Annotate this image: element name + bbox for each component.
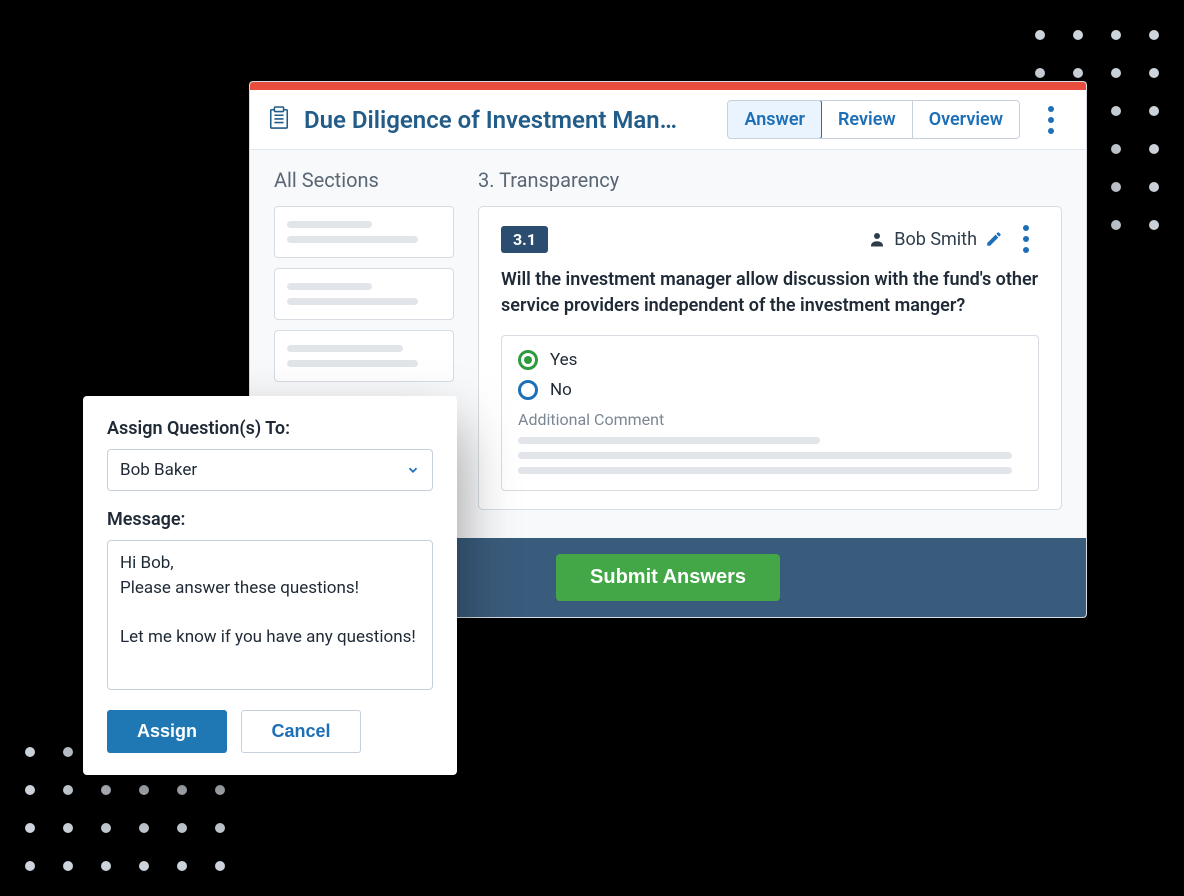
assign-button[interactable]: Assign xyxy=(107,710,227,753)
document-icon xyxy=(268,106,290,134)
radio-no[interactable]: No xyxy=(518,380,1022,400)
more-menu-icon[interactable] xyxy=(1034,106,1068,134)
section-item[interactable] xyxy=(274,206,454,258)
page-title: Due Diligence of Investment Man… xyxy=(304,106,713,134)
radio-yes[interactable]: Yes xyxy=(518,350,1022,370)
assign-to-label: Assign Question(s) To: xyxy=(107,418,433,439)
tab-answer[interactable]: Answer xyxy=(727,100,822,139)
submit-answers-button[interactable]: Submit Answers xyxy=(556,554,780,601)
person-icon xyxy=(868,230,886,248)
assignee-name: Bob Smith xyxy=(894,229,977,250)
tab-overview[interactable]: Overview xyxy=(912,101,1019,138)
answer-box: Yes No Additional Comment xyxy=(501,335,1039,491)
tabs: Answer Review Overview xyxy=(727,100,1020,139)
section-item[interactable] xyxy=(274,268,454,320)
panel-header: Due Diligence of Investment Man… Answer … xyxy=(250,90,1086,150)
assignee-select[interactable]: Bob Baker xyxy=(107,449,433,491)
assign-modal: Assign Question(s) To: Bob Baker Message… xyxy=(83,396,457,775)
section-item[interactable] xyxy=(274,330,454,382)
tab-review[interactable]: Review xyxy=(821,101,912,138)
question-number-badge: 3.1 xyxy=(501,226,548,253)
message-label: Message: xyxy=(107,509,433,530)
message-input[interactable] xyxy=(107,540,433,690)
radio-icon-unselected xyxy=(518,380,538,400)
accent-bar xyxy=(250,82,1086,90)
chevron-down-icon xyxy=(406,463,420,477)
additional-comment-label: Additional Comment xyxy=(518,410,1022,429)
question-card: 3.1 Bob Smith Will the investment manage… xyxy=(478,206,1062,510)
sidebar-title: All Sections xyxy=(274,168,454,192)
question-text: Will the investment manager allow discus… xyxy=(501,267,1039,319)
section-title: 3. Transparency xyxy=(478,168,1062,192)
radio-icon-selected xyxy=(518,350,538,370)
radio-no-label: No xyxy=(550,380,572,400)
edit-assignee-icon[interactable] xyxy=(985,230,1003,248)
assignee-select-value: Bob Baker xyxy=(120,460,197,480)
radio-yes-label: Yes xyxy=(550,350,577,370)
question-more-menu-icon[interactable] xyxy=(1013,225,1039,253)
question-assignee: Bob Smith xyxy=(868,229,1003,250)
question-area: 3. Transparency 3.1 Bob Smith Will the i… xyxy=(478,168,1062,510)
cancel-button[interactable]: Cancel xyxy=(241,710,361,753)
